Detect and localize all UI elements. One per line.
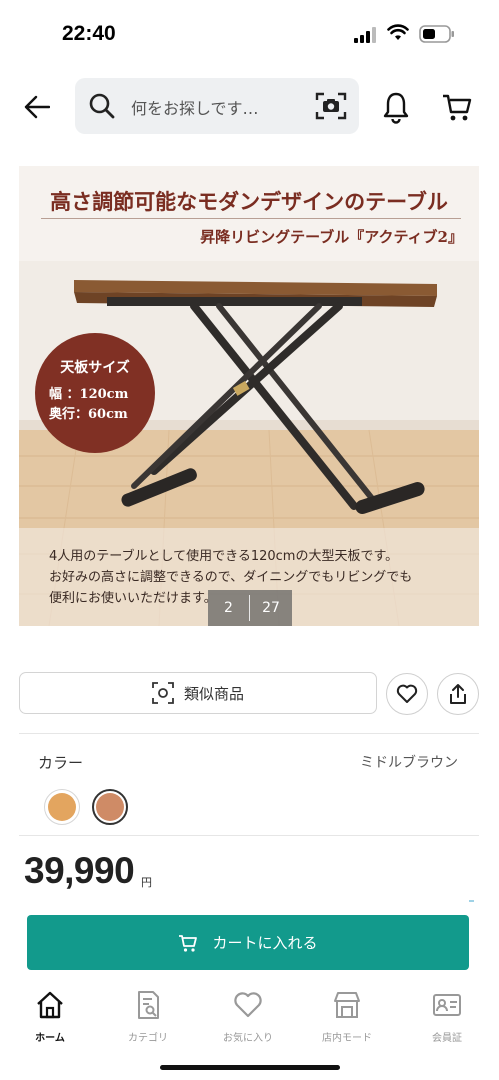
favorite-button[interactable] bbox=[386, 673, 428, 715]
price-unit: 円 bbox=[141, 876, 152, 889]
nav-label: 会員証 bbox=[432, 1033, 462, 1044]
heart-icon bbox=[234, 992, 262, 1018]
nav-item-home[interactable]: ホーム bbox=[5, 988, 95, 1044]
size-badge-depth: 奥行：60cm bbox=[49, 407, 128, 422]
add-to-cart-label: カートに入れる bbox=[212, 934, 318, 952]
price-accent-mark bbox=[469, 900, 474, 902]
back-button[interactable] bbox=[20, 90, 54, 124]
signal-icon bbox=[354, 27, 376, 43]
size-badge-title: 天板サイズ bbox=[60, 360, 130, 376]
nav-item-favorites[interactable]: お気に入り bbox=[203, 988, 293, 1044]
home-indicator bbox=[160, 1065, 340, 1070]
size-badge-width: 幅 ：120cm bbox=[49, 387, 129, 402]
home-icon bbox=[37, 991, 63, 1019]
add-to-cart-button[interactable]: カートに入れる bbox=[27, 915, 469, 970]
status-time: 22:40 bbox=[62, 22, 116, 45]
cart-icon bbox=[179, 934, 198, 952]
product-image[interactable]: 高さ調節可能なモダンデザインのテーブル 昇降リビングテーブル『アクティブ2』 天… bbox=[19, 166, 479, 626]
share-icon bbox=[450, 684, 466, 704]
size-badge: 天板サイズ 幅 ：120cm 奥行：60cm bbox=[35, 333, 155, 453]
nav-item-member-card[interactable]: 会員証 bbox=[402, 988, 492, 1044]
color-swatch-middle-brown-fill bbox=[96, 793, 124, 821]
nav-label: ホーム bbox=[35, 1033, 65, 1044]
back-arrow-icon bbox=[24, 95, 50, 119]
nav-label: 店内モード bbox=[322, 1033, 372, 1044]
image-headline: 高さ調節可能なモダンデザインのテーブル bbox=[50, 189, 448, 214]
image-counter: 2 27 bbox=[208, 590, 292, 626]
caption-line: 4人用のテーブルとして使用できる120cmの大型天板です。 bbox=[49, 549, 399, 564]
search-placeholder: 何をお探しです… bbox=[131, 99, 259, 118]
similar-search-icon bbox=[152, 682, 174, 704]
search-icon bbox=[89, 93, 115, 119]
nav-item-store-mode[interactable]: 店内モード bbox=[302, 988, 392, 1044]
color-swatch-light-fill bbox=[48, 793, 76, 821]
nav-label: カテゴリ bbox=[128, 1033, 168, 1044]
color-swatch-middle-brown[interactable] bbox=[92, 789, 128, 825]
price: 39,990 bbox=[24, 850, 135, 891]
image-counter-current: 2 bbox=[224, 600, 233, 616]
caption-line: お好みの高さに調整できるので、ダイニングでもリビングでも bbox=[49, 570, 413, 585]
battery-icon bbox=[419, 25, 454, 43]
share-button[interactable] bbox=[437, 673, 479, 715]
color-label: カラー bbox=[38, 754, 84, 772]
member-card-icon bbox=[433, 994, 461, 1016]
nav-item-category[interactable]: カテゴリ bbox=[103, 988, 193, 1044]
nav-label: お気に入り bbox=[223, 1033, 273, 1044]
image-counter-total: 27 bbox=[262, 600, 280, 616]
camera-search-icon[interactable] bbox=[315, 91, 347, 121]
status-bar: 22:40 bbox=[0, 0, 499, 68]
section-divider bbox=[19, 733, 479, 734]
image-divider bbox=[41, 218, 461, 219]
search-input[interactable]: 何をお探しです… bbox=[75, 78, 359, 134]
color-swatch-light[interactable] bbox=[44, 789, 80, 825]
color-selected-value: ミドルブラウン bbox=[360, 755, 458, 771]
store-icon bbox=[334, 992, 360, 1018]
section-divider bbox=[19, 835, 479, 836]
wifi-icon bbox=[387, 24, 409, 40]
notification-bell-icon[interactable] bbox=[381, 90, 411, 124]
similar-products-button[interactable]: 類似商品 bbox=[19, 672, 377, 714]
category-icon bbox=[138, 991, 159, 1019]
cart-icon[interactable] bbox=[441, 92, 473, 124]
image-subheadline: 昇降リビングテーブル『アクティブ2』 bbox=[200, 228, 463, 246]
similar-products-label: 類似商品 bbox=[183, 684, 244, 703]
heart-icon bbox=[396, 684, 418, 703]
